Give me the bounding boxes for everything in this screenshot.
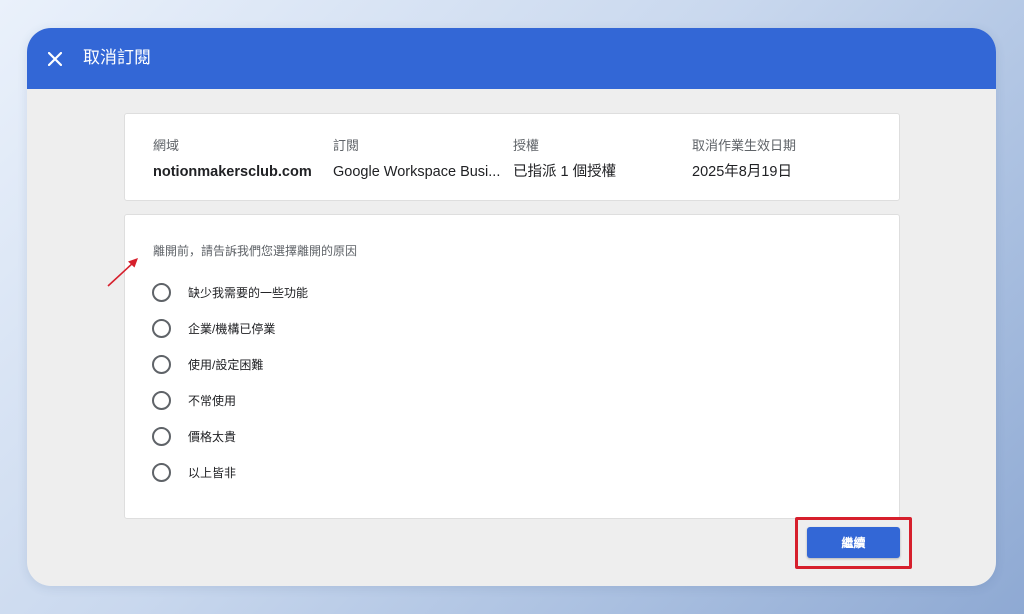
reason-option-rarely-used[interactable]: 不常使用 (152, 391, 236, 410)
domain-label: 網域 (153, 138, 180, 153)
cancel-date-label: 取消作業生效日期 (692, 138, 797, 153)
license-value: 已指派 1 個授權 (513, 164, 617, 180)
cancel-reason-card: 離開前，請告訴我們您選擇離開的原因 缺少我需要的一些功能 企業/機構已停業 使用… (124, 214, 900, 519)
cancel-date-value: 2025年8月19日 (692, 164, 792, 180)
license-column: 授權 已指派 1 個授權 (513, 138, 616, 181)
continue-highlight-box: 繼續 (795, 517, 912, 569)
reason-option-label: 以上皆非 (188, 466, 237, 480)
radio-button[interactable] (152, 391, 171, 410)
annotation-arrow-icon (107, 258, 138, 287)
radio-button[interactable] (152, 283, 171, 302)
cancel-subscription-dialog: 取消訂閱 網域 notionmakersclub.com 訂閱 Google W… (27, 28, 996, 586)
dialog-header: 取消訂閱 (27, 28, 996, 89)
radio-button[interactable] (152, 319, 171, 338)
reason-option-too-expensive[interactable]: 價格太貴 (152, 427, 236, 446)
radio-button[interactable] (152, 427, 171, 446)
subscription-value: Google Workspace Busi... (333, 164, 501, 180)
domain-column: 網域 notionmakersclub.com (153, 138, 312, 181)
subscription-label: 訂閱 (333, 138, 360, 153)
radio-button[interactable] (152, 355, 171, 374)
dialog-title: 取消訂閱 (83, 48, 151, 67)
subscription-info-card: 網域 notionmakersclub.com 訂閱 Google Worksp… (124, 113, 900, 201)
reason-option-missing-features[interactable]: 缺少我需要的一些功能 (152, 283, 308, 302)
radio-button[interactable] (152, 463, 171, 482)
cancel-date-column: 取消作業生效日期 2025年8月19日 (692, 138, 796, 181)
subscription-column: 訂閱 Google Workspace Busi... (333, 138, 500, 181)
reason-option-business-closed[interactable]: 企業/機構已停業 (152, 319, 275, 338)
domain-value: notionmakersclub.com (153, 164, 312, 180)
reason-option-none-of-above[interactable]: 以上皆非 (152, 463, 236, 482)
reason-option-label: 使用/設定困難 (188, 358, 264, 372)
reason-prompt: 離開前，請告訴我們您選擇離開的原因 (153, 244, 358, 258)
reason-option-label: 不常使用 (188, 394, 237, 408)
license-label: 授權 (513, 138, 540, 153)
reason-option-label: 價格太貴 (188, 430, 237, 444)
close-button[interactable] (44, 48, 66, 70)
reason-option-label: 企業/機構已停業 (188, 322, 276, 336)
reason-option-hard-to-use[interactable]: 使用/設定困難 (152, 355, 263, 374)
reason-option-label: 缺少我需要的一些功能 (188, 286, 309, 300)
close-icon[interactable] (48, 52, 62, 66)
continue-button[interactable]: 繼續 (807, 527, 900, 558)
